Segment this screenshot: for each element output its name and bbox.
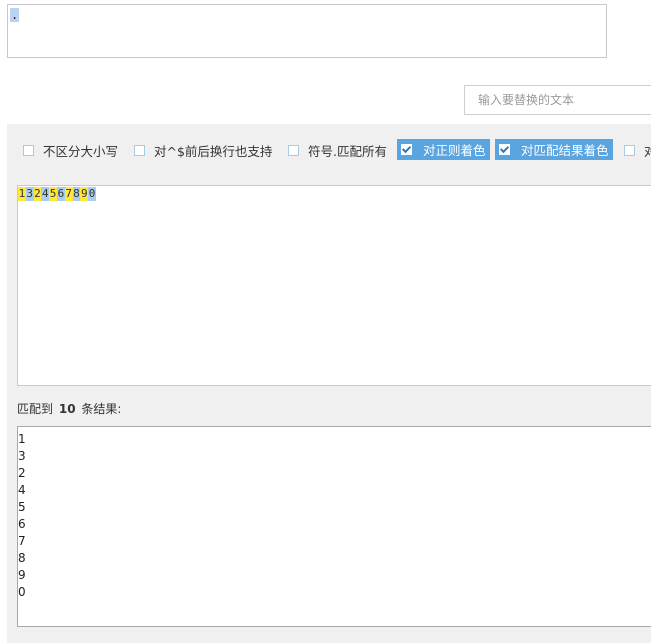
list-item: 5 [18, 500, 26, 514]
list-item: 2 [18, 466, 26, 480]
option-multiline[interactable]: 对^$前后换行也支持 [134, 138, 272, 162]
options-bar: 不区分大小写 对^$前后换行也支持 符号.匹配所有 对正则着色 对匹配结果着色 … [7, 138, 651, 162]
list-item: 8 [18, 551, 26, 565]
list-item: 9 [18, 568, 26, 582]
option-truncated[interactable]: 对 [624, 138, 651, 162]
regex-text: . [10, 8, 20, 22]
checkmark-icon [401, 143, 412, 153]
replace-text-input[interactable] [464, 85, 651, 115]
test-text-area[interactable]: 1 3 2 4 5 6 7 8 9 0 [17, 185, 651, 386]
list-item: 0 [18, 585, 26, 599]
option-dotall[interactable]: 符号.匹配所有 [288, 138, 387, 162]
match-results-list: 1 3 2 4 5 6 7 8 9 0 [18, 431, 26, 601]
match-count-label: 匹配到 10 条结果: [17, 400, 121, 417]
list-item: 4 [18, 483, 26, 497]
match-char: 8 [72, 187, 81, 201]
list-item: 7 [18, 534, 26, 548]
match-char: 3 [25, 187, 34, 201]
match-char: 5 [49, 187, 57, 201]
checkmark-icon [499, 143, 510, 153]
option-label: 对匹配结果着色 [521, 143, 609, 158]
checkbox-icon[interactable] [23, 144, 34, 156]
list-item: 1 [18, 432, 26, 446]
option-color-matches[interactable]: 对匹配结果着色 [495, 139, 613, 160]
regex-input[interactable]: . [7, 4, 607, 58]
match-char: 4 [41, 187, 50, 201]
match-results-area[interactable]: 1 3 2 4 5 6 7 8 9 0 [17, 426, 651, 627]
match-char: 0 [88, 187, 96, 201]
option-label: 对正则着色 [423, 143, 486, 158]
option-label: 不区分大小写 [43, 143, 119, 159]
option-color-regex[interactable]: 对正则着色 [397, 139, 490, 160]
test-text: 1 3 2 4 5 6 7 8 9 0 [18, 187, 96, 201]
option-label: 对 [644, 143, 651, 159]
checkbox-icon[interactable] [288, 144, 299, 156]
match-char: 9 [80, 187, 89, 201]
checkbox-icon[interactable] [624, 144, 635, 156]
option-label: 对^$前后换行也支持 [154, 143, 273, 159]
match-char: 6 [56, 187, 65, 201]
match-count-prefix: 匹配到 [17, 402, 54, 416]
list-item: 3 [18, 449, 26, 463]
checkbox-icon[interactable] [134, 144, 145, 156]
match-count-suffix: 条结果: [81, 402, 122, 416]
match-char: 1 [18, 187, 26, 201]
tester-panel: 不区分大小写 对^$前后换行也支持 符号.匹配所有 对正则着色 对匹配结果着色 … [7, 124, 651, 643]
checkbox-checked-icon[interactable] [401, 143, 412, 155]
list-item: 6 [18, 517, 26, 531]
checkbox-checked-icon[interactable] [499, 143, 510, 155]
match-char: 7 [64, 187, 73, 201]
option-case-insensitive[interactable]: 不区分大小写 [23, 138, 118, 162]
regex-tester-page: . 不区分大小写 对^$前后换行也支持 符号.匹配所有 对正则着色 对 [0, 0, 651, 643]
match-char: 2 [33, 187, 42, 201]
option-label: 符号.匹配所有 [308, 143, 387, 159]
match-count: 10 [58, 402, 76, 416]
